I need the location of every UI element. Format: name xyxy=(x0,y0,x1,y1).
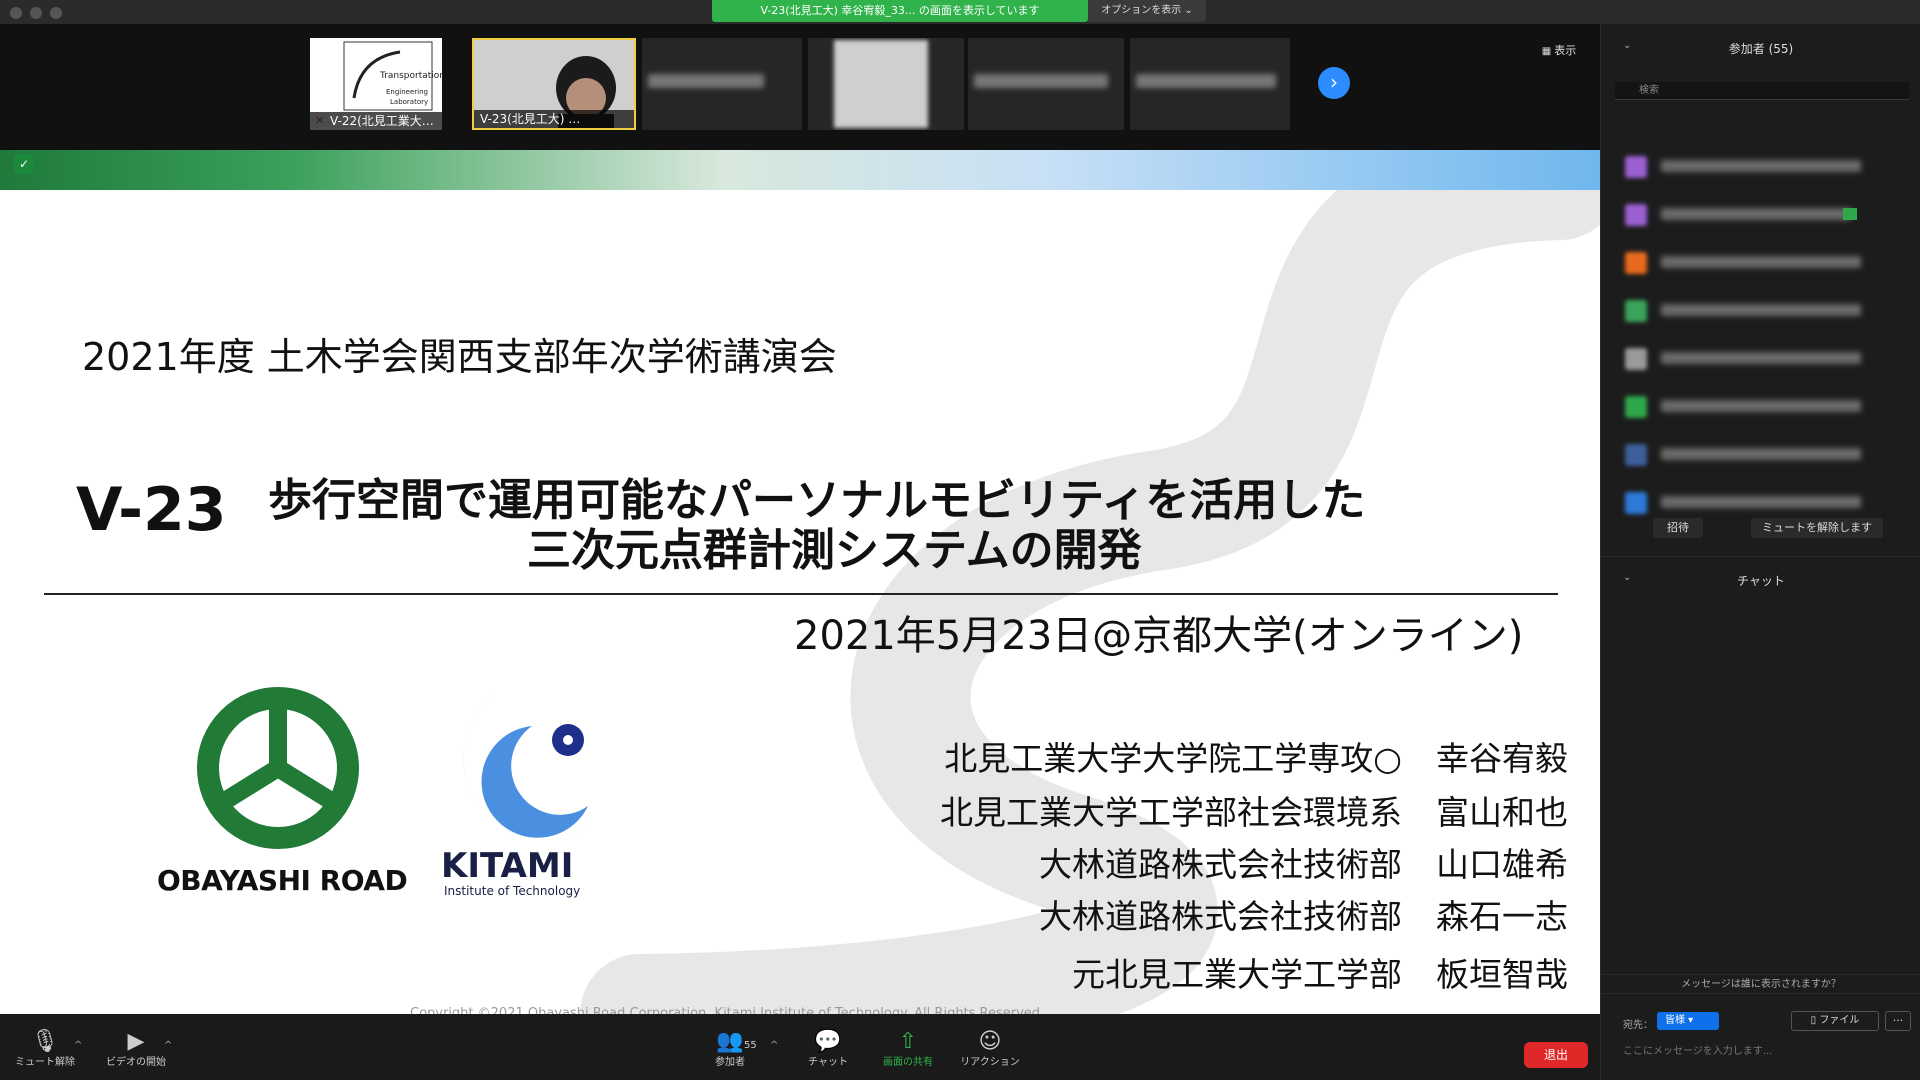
author-affiliation: 大林道路株式会社技術部 xyxy=(1039,897,1402,936)
start-video-button[interactable]: ▶ ビデオの開始 xyxy=(96,1028,176,1080)
participant-thumbnail[interactable]: Transportation Engineering Laboratory ✕ … xyxy=(310,38,442,130)
author-name: 幸谷宥毅 xyxy=(1436,739,1568,778)
next-page-arrow-icon[interactable]: › xyxy=(1318,67,1350,99)
kitami-logo-icon xyxy=(463,690,590,840)
side-panel: ⌄ 参加者 (55) ⌕ 検索 xyxy=(1600,24,1920,1080)
file-icon: ▯ xyxy=(1810,1015,1817,1026)
obayashi-road-logo-icon xyxy=(197,687,359,849)
thumbnail-name: V-23(北見工大) … xyxy=(474,110,634,128)
unmute-all-button[interactable]: ミュートを解除します xyxy=(1751,518,1883,538)
kitami-subtitle: Institute of Technology xyxy=(444,884,581,898)
invite-button[interactable]: 招待 xyxy=(1653,518,1703,538)
chat-recipient-label: 宛先： xyxy=(1623,1020,1653,1031)
chevron-up-icon[interactable]: ^ xyxy=(770,1040,778,1051)
screen-share-banner: V-23(北見工大) 幸谷宥毅_33... の画面を表示しています xyxy=(712,0,1088,22)
participant-count: 55 xyxy=(744,1040,757,1051)
shield-icon: ✓ xyxy=(14,154,34,174)
chat-icon: 💬 xyxy=(814,1029,842,1054)
participant-row[interactable] xyxy=(1621,198,1909,234)
author-name: 山口雄希 xyxy=(1436,845,1568,884)
author-affiliation: 北見工業大学工学部社会環境系 xyxy=(940,793,1402,832)
avatar xyxy=(1625,348,1647,370)
author-affiliation: 大林道路株式会社技術部 xyxy=(1039,845,1402,884)
avatar xyxy=(1625,492,1647,514)
chat-message-input[interactable]: ここにメッセージを入力します... xyxy=(1623,1042,1903,1062)
author-name: 富山和也 xyxy=(1436,793,1568,832)
participant-search-input[interactable]: 検索 xyxy=(1615,82,1909,100)
participants-panel-title: 参加者 (55) xyxy=(1728,42,1794,56)
avatar xyxy=(1625,300,1647,322)
kitami-wordmark: KITAMI xyxy=(441,846,574,886)
meeting-toolbar: 🎙 ミュート解除 ^ ▶ ビデオの開始 ^ 👥 参加者 55 ^ 💬 チャット … xyxy=(0,1014,1600,1080)
chevron-up-icon[interactable]: ^ xyxy=(74,1040,82,1051)
divider xyxy=(1601,556,1920,557)
view-options-button[interactable]: オプションを表示 ⌄ xyxy=(1088,0,1206,22)
svg-text:Laboratory: Laboratory xyxy=(390,98,428,106)
leave-meeting-button[interactable]: 退出 xyxy=(1524,1042,1588,1068)
unmute-button[interactable]: 🎙 ミュート解除 xyxy=(10,1028,80,1080)
chat-recipient-select[interactable]: 皆様 ▾ xyxy=(1657,1012,1719,1030)
chat-button[interactable]: 💬 チャット xyxy=(798,1028,858,1080)
close-window-button[interactable] xyxy=(10,7,22,19)
svg-text:Engineering: Engineering xyxy=(386,88,428,96)
slide-copyright: Copyright ©2021 Obayashi Road Corporatio… xyxy=(410,1006,1045,1014)
participant-row[interactable] xyxy=(1621,150,1909,186)
participant-thumbnail[interactable] xyxy=(642,38,802,130)
view-button[interactable]: ▦ 表示 xyxy=(1532,40,1586,62)
talk-code: V-23 xyxy=(76,475,227,545)
participant-row[interactable] xyxy=(1621,438,1909,474)
title-bar: V-23(北見工大) 幸谷宥毅_33... の画面を表示しています オプションを… xyxy=(0,0,1920,24)
shared-screen-slide: ✓ 2021年度 土木学会関西支部年次学術講演会 V-23 歩行空間で運用可能な… xyxy=(0,150,1600,1014)
zoom-window: V-23(北見工大) 幸谷宥毅_33... の画面を表示しています オプションを… xyxy=(0,0,1920,1080)
author-name: 板垣智哉 xyxy=(1436,955,1568,994)
participant-thumbnail[interactable] xyxy=(968,38,1124,130)
grid-icon: ▦ xyxy=(1541,46,1552,57)
obayashi-road-wordmark: OBAYASHI ROAD xyxy=(157,864,408,897)
reactions-button[interactable]: ☺ リアクション xyxy=(952,1028,1028,1080)
avatar xyxy=(1625,204,1647,226)
author-affiliation: 北見工業大学大学院工学専攻○ xyxy=(944,739,1402,778)
participant-row[interactable] xyxy=(1621,246,1909,282)
minimize-window-button[interactable] xyxy=(30,7,42,19)
video-thumbnail-strip: Transportation Engineering Laboratory ✕ … xyxy=(0,24,1600,150)
chevron-up-icon[interactable]: ^ xyxy=(164,1040,172,1051)
smiley-icon: ☺ xyxy=(978,1029,1002,1054)
participant-thumbnail[interactable] xyxy=(808,38,964,130)
svg-text:Transportation: Transportation xyxy=(379,71,442,81)
conference-title: 2021年度 土木学会関西支部年次学術講演会 xyxy=(82,335,837,379)
share-screen-icon: ⇧ xyxy=(898,1029,918,1054)
participant-row[interactable] xyxy=(1621,294,1909,330)
author-name: 森石一志 xyxy=(1436,897,1568,936)
author-affiliation: 元北見工業大学工学部 xyxy=(1072,955,1402,994)
talk-date: 2021年5月23日@京都大学(オンライン) xyxy=(794,613,1524,659)
zoom-window-button[interactable] xyxy=(50,7,62,19)
chat-panel-title: チャット xyxy=(1737,574,1785,588)
share-screen-button[interactable]: ⇧ 画面の共有 xyxy=(872,1028,944,1080)
participant-row[interactable] xyxy=(1621,486,1909,522)
mic-muted-icon: 🎙 xyxy=(31,1029,59,1054)
avatar xyxy=(1625,252,1647,274)
avatar xyxy=(1625,156,1647,178)
active-speaker-thumbnail[interactable]: V-23(北見工大) … xyxy=(472,38,636,130)
participant-row[interactable] xyxy=(1621,390,1909,426)
participant-row[interactable] xyxy=(1621,342,1909,378)
participants-button[interactable]: 👥 参加者 xyxy=(700,1028,760,1080)
divider xyxy=(44,593,1558,595)
video-on-icon xyxy=(1843,208,1857,220)
avatar xyxy=(1625,444,1647,466)
more-options-button[interactable]: ··· xyxy=(1885,1011,1911,1031)
avatar xyxy=(1625,396,1647,418)
talk-title: 三次元点群計測システムの開発 xyxy=(527,525,1142,576)
chat-visibility-notice[interactable]: メッセージは誰に表示されますか？ xyxy=(1601,974,1920,994)
thumbnail-name: V-22(北見工業大… xyxy=(310,112,442,130)
participant-thumbnail[interactable] xyxy=(1130,38,1290,130)
file-button[interactable]: ▯ ファイル xyxy=(1791,1011,1879,1031)
slide-header-band xyxy=(0,150,1600,190)
